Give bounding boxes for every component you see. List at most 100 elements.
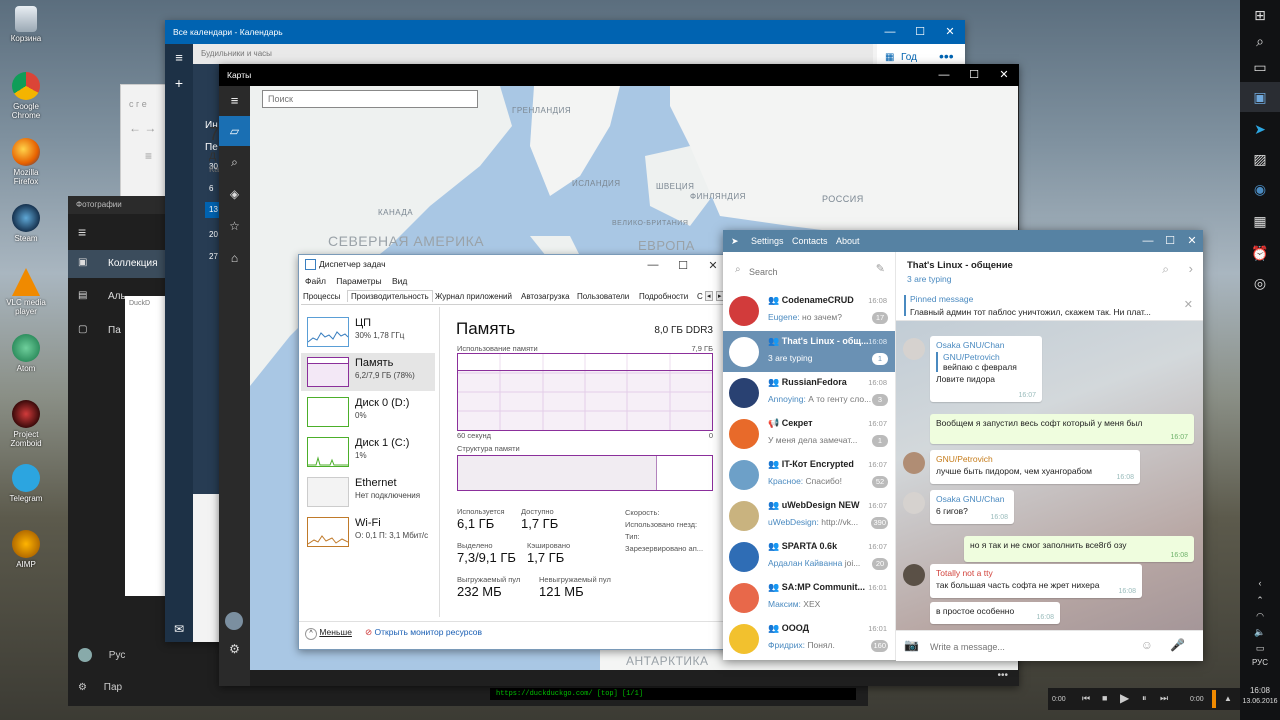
avatar[interactable] bbox=[225, 612, 243, 630]
photos-settings[interactable]: ⚙ Пар bbox=[78, 682, 122, 693]
taskbar-app-firefox[interactable]: ◉ bbox=[1240, 174, 1280, 204]
tab-users[interactable]: Пользователи bbox=[577, 292, 629, 301]
volume-icon[interactable]: 🔈 bbox=[1240, 624, 1280, 640]
mail-icon[interactable]: ✉ bbox=[165, 616, 193, 642]
taskbar-app-maps[interactable]: ◎ bbox=[1240, 268, 1280, 298]
map-icon[interactable]: ▱ bbox=[219, 116, 250, 146]
tg-message-input[interactable] bbox=[928, 637, 1132, 657]
desktop-icon-vlc[interactable]: VLC media player bbox=[4, 268, 48, 316]
stop-icon[interactable]: ■ bbox=[1102, 693, 1107, 703]
tab-details[interactable]: Подробности bbox=[639, 292, 688, 301]
menu-view[interactable]: Вид bbox=[392, 276, 407, 286]
action-center-icon[interactable]: ▭ bbox=[1240, 640, 1280, 656]
desktop-icon-telegram[interactable]: Telegram bbox=[4, 464, 48, 503]
tg-pinned-message[interactable]: Pinned message Главный админ тот паблос … bbox=[896, 290, 1203, 321]
photos-user[interactable]: Рус bbox=[78, 648, 125, 662]
tg-chat-item[interactable]: 👥 SPARTA 0.6k 16:07 Ардалан Кайванна joi… bbox=[723, 536, 895, 577]
back-forward-icon[interactable]: ← → bbox=[129, 121, 156, 135]
menu-options[interactable]: Параметры bbox=[336, 276, 381, 286]
favorites-star-icon[interactable]: ☆ bbox=[219, 210, 250, 242]
volume-level-bar[interactable] bbox=[1212, 690, 1216, 708]
tg-conversation-title[interactable]: That's Linux - общение bbox=[907, 260, 1013, 271]
desktop-icon-atom[interactable]: Atom bbox=[4, 334, 48, 373]
map-search-input[interactable] bbox=[262, 90, 478, 108]
maximize-button[interactable]: ☐ bbox=[959, 64, 989, 86]
tm-side-disk0[interactable]: Диск 0 (D:) 0% bbox=[301, 393, 435, 431]
photos-nav-collection[interactable]: ▣ Коллекция bbox=[68, 250, 166, 278]
language-indicator[interactable]: РУС bbox=[1240, 658, 1280, 667]
tg-chat-item[interactable]: 👥 CodenameCRUD 16:08 Eugene: но зачем? 1… bbox=[723, 290, 895, 331]
add-event-icon[interactable]: + bbox=[165, 75, 193, 91]
close-icon[interactable]: ✕ bbox=[1184, 298, 1193, 311]
compose-icon[interactable]: ✎ bbox=[876, 262, 885, 275]
hamburger-icon[interactable]: ≡ bbox=[165, 50, 193, 65]
previous-icon[interactable]: ⏮ bbox=[1082, 693, 1090, 704]
hamburger-icon[interactable]: ≡ bbox=[219, 86, 250, 116]
more-icon[interactable]: ••• bbox=[939, 48, 954, 64]
tg-menu-settings[interactable]: Settings bbox=[751, 230, 784, 252]
maximize-button[interactable]: ☐ bbox=[1159, 230, 1181, 252]
close-button[interactable]: ✕ bbox=[935, 20, 965, 44]
menu-icon[interactable]: ≡ bbox=[145, 149, 152, 163]
emoji-icon[interactable]: ☺ bbox=[1141, 638, 1153, 652]
hamburger-icon[interactable]: ≡ bbox=[78, 224, 86, 240]
attach-camera-icon[interactable]: 📷 bbox=[904, 638, 919, 652]
tm-side-cpu[interactable]: ЦП 30% 1,78 ГГц bbox=[301, 313, 435, 351]
desktop-icon-chrome[interactable]: Google Chrome bbox=[4, 72, 48, 120]
tm-side-ethernet[interactable]: Ethernet Нет подключения bbox=[301, 473, 435, 511]
microphone-icon[interactable]: 🎤 bbox=[1170, 638, 1185, 652]
gear-icon[interactable]: ⚙ bbox=[219, 642, 250, 656]
chevron-up-icon[interactable]: ⌃ bbox=[1240, 592, 1280, 608]
tab-startup[interactable]: Автозагрузка bbox=[521, 292, 570, 301]
desktop-icon-aimp[interactable]: AIMP bbox=[4, 530, 48, 569]
tm-side-disk1[interactable]: Диск 1 (C:) 1% bbox=[301, 433, 435, 471]
tg-menu-about[interactable]: About bbox=[836, 230, 860, 252]
taskbar-app-alarms[interactable]: ⏰ bbox=[1240, 238, 1280, 268]
3d-cities-icon[interactable]: ⌂ bbox=[219, 242, 250, 274]
open-resource-monitor-link[interactable]: ⊘ Открыть монитор ресурсов bbox=[365, 627, 482, 638]
maps-more-icon[interactable]: ••• bbox=[250, 670, 1018, 686]
play-icon[interactable]: ▶ bbox=[1120, 691, 1129, 705]
close-button[interactable]: ✕ bbox=[1181, 230, 1203, 252]
tab-services[interactable]: С bbox=[697, 292, 703, 301]
tg-chat-item[interactable]: 👥 IT-Кот Encrypted 16:07 Красное: Спасиб… bbox=[723, 454, 895, 495]
fewer-details-button[interactable]: ^ Меньше bbox=[305, 627, 352, 640]
maximize-button[interactable]: ☐ bbox=[905, 20, 935, 44]
calendar-day[interactable]: 27 bbox=[209, 252, 218, 261]
menu-file[interactable]: Файл bbox=[305, 276, 326, 286]
desktop-icon-steam[interactable]: Steam bbox=[4, 204, 48, 243]
tg-chat-item[interactable]: 👥 ОООД 16:01 Фридрих: Понял. 160 bbox=[723, 618, 895, 659]
taskbar-app-image[interactable]: ▨ bbox=[1240, 144, 1280, 174]
tab-app-history[interactable]: Журнал приложений bbox=[435, 292, 512, 301]
desktop-icon-recycle-bin[interactable]: Корзина bbox=[4, 6, 48, 43]
close-button[interactable]: ✕ bbox=[989, 64, 1019, 86]
search-icon[interactable]: ⌕ bbox=[1162, 262, 1169, 277]
tab-performance[interactable]: Производительность bbox=[347, 290, 433, 302]
taskbar-app-calendar[interactable]: ▦ bbox=[1240, 206, 1280, 236]
tg-chat-item[interactable]: 👥 SA:MP Communit... 16:01 Максим: XEX bbox=[723, 577, 895, 618]
maximize-button[interactable]: ☐ bbox=[668, 259, 698, 272]
calendar-day[interactable]: 20 bbox=[209, 230, 218, 239]
tg-chat-item-selected[interactable]: 👥 That's Linux - общ... 16:08 3 are typi… bbox=[723, 331, 895, 372]
tm-side-memory[interactable]: Память 6,2/7,9 ГБ (78%) bbox=[301, 353, 435, 391]
tg-chat-item[interactable]: 👥 RussianFedora 16:08 Annoying: А то ген… bbox=[723, 372, 895, 413]
clock-date[interactable]: 13.06.2016 bbox=[1240, 698, 1280, 705]
year-view-button[interactable]: Год bbox=[901, 52, 917, 63]
tab-scroll-left-icon[interactable]: ◂ bbox=[705, 291, 713, 301]
chevron-up-icon[interactable]: ▲ bbox=[1224, 694, 1232, 703]
tg-search-input[interactable] bbox=[747, 263, 871, 281]
desktop-icon-firefox[interactable]: Mozilla Firefox bbox=[4, 138, 48, 186]
directions-icon[interactable]: ◈ bbox=[219, 178, 250, 210]
pause-icon[interactable]: ⏸ bbox=[1142, 693, 1147, 704]
task-view-icon[interactable]: ▭ bbox=[1240, 52, 1280, 82]
tg-menu-contacts[interactable]: Contacts bbox=[792, 230, 828, 252]
wifi-icon[interactable]: ◠ bbox=[1240, 608, 1280, 624]
tab-processes[interactable]: Процессы bbox=[303, 292, 340, 301]
chevron-left-icon[interactable]: ‹ bbox=[1240, 576, 1280, 590]
minimize-button[interactable]: — bbox=[875, 20, 905, 44]
taskbar-app-photos[interactable]: ▣ bbox=[1240, 82, 1280, 112]
minimize-button[interactable]: — bbox=[638, 259, 668, 271]
clock-time[interactable]: 16:08 bbox=[1240, 686, 1280, 695]
search-icon[interactable]: ⌕ bbox=[219, 146, 250, 178]
taskbar-app-telegram[interactable]: ➤ bbox=[1240, 114, 1280, 144]
